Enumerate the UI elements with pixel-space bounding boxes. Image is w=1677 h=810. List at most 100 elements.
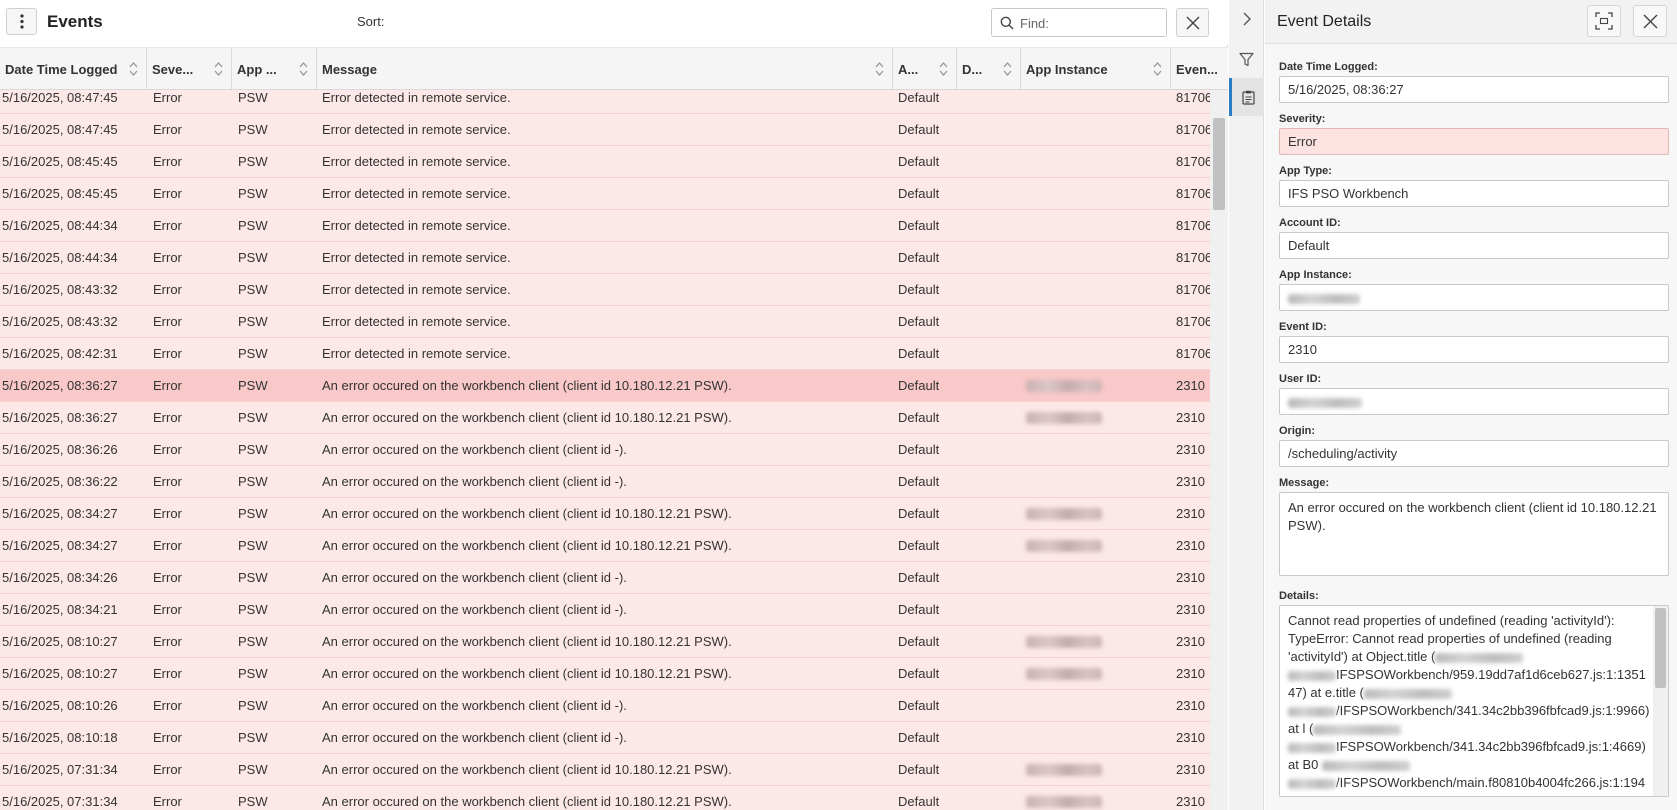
account-id-field[interactable]: Default (1279, 232, 1669, 259)
events-toolbar: Events Sort: (0, 0, 1228, 45)
user-id-field[interactable] (1279, 388, 1669, 415)
details-scroll-thumb[interactable] (1655, 608, 1666, 688)
column-header-app[interactable]: App ... (232, 48, 317, 90)
cell-app: PSW (238, 698, 268, 713)
column-header-severity[interactable]: Seve... (147, 48, 232, 90)
table-row[interactable]: 5/16/2025, 08:34:21 Error PSW An error occu… (0, 594, 1210, 626)
cell-app-instance-redacted (1026, 668, 1102, 680)
sort-label[interactable]: Sort: (357, 14, 384, 29)
grid-scrollbar[interactable] (1210, 90, 1228, 810)
table-row[interactable]: 5/16/2025, 08:10:27 Error PSW An error occu… (0, 626, 1210, 658)
sort-icon[interactable] (129, 61, 138, 77)
origin-field[interactable]: /scheduling/activity (1279, 440, 1669, 467)
table-row[interactable]: 5/16/2025, 08:36:27 Error PSW An error occu… (0, 370, 1210, 402)
cell-event-id: 81706 (1176, 122, 1210, 137)
table-row[interactable]: 5/16/2025, 08:10:27 Error PSW An error occu… (0, 658, 1210, 690)
column-header-datetime[interactable]: Date Time Logged (0, 48, 147, 90)
column-header-app-instance[interactable]: App Instance (1021, 48, 1171, 90)
sort-icon[interactable] (1153, 61, 1162, 77)
redacted-value (1288, 778, 1336, 789)
details-line-text: /IFSPSOWorkbench/main.f80810b4004fc266.j… (1336, 775, 1646, 790)
cell-event-id: 81706 (1176, 282, 1210, 297)
cell-datetime: 5/16/2025, 08:45:45 (2, 186, 118, 201)
cell-app: PSW (238, 602, 268, 617)
table-row[interactable]: 5/16/2025, 08:10:26 Error PSW An error occu… (0, 690, 1210, 722)
cell-app: PSW (238, 538, 268, 553)
sort-icon[interactable] (939, 61, 948, 77)
cell-severity: Error (153, 282, 182, 297)
table-row[interactable]: 5/16/2025, 08:44:34 Error PSW Error detecte… (0, 210, 1210, 242)
details-scrollbar[interactable] (1653, 606, 1668, 796)
cell-datetime: 5/16/2025, 08:36:27 (2, 378, 118, 393)
table-row[interactable]: 5/16/2025, 08:34:27 Error PSW An error occu… (0, 498, 1210, 530)
redacted-value (1313, 724, 1402, 735)
event-id-field[interactable]: 2310 (1279, 336, 1669, 363)
cell-datetime: 5/16/2025, 08:36:22 (2, 474, 118, 489)
expand-button[interactable] (1587, 5, 1621, 37)
table-row[interactable]: 5/16/2025, 08:36:27 Error PSW An error occu… (0, 402, 1210, 434)
cell-account: Default (898, 538, 940, 553)
cell-message: An error occured on the workbench client… (322, 730, 627, 745)
table-row[interactable]: 5/16/2025, 07:31:34 Error PSW An error occu… (0, 754, 1210, 786)
table-row[interactable]: 5/16/2025, 08:45:45 Error PSW Error detecte… (0, 146, 1210, 178)
cell-app-instance-redacted (1026, 764, 1102, 776)
find-input[interactable] (1020, 13, 1160, 33)
table-row[interactable]: 5/16/2025, 07:31:34 Error PSW An error occu… (0, 786, 1210, 810)
table-row[interactable]: 5/16/2025, 08:45:45 Error PSW Error detecte… (0, 178, 1210, 210)
severity-field[interactable]: Error (1279, 128, 1669, 155)
column-label: Seve... (152, 61, 194, 77)
cell-datetime: 5/16/2025, 08:43:32 (2, 314, 118, 329)
table-row[interactable]: 5/16/2025, 08:10:18 Error PSW An error occu… (0, 722, 1210, 754)
clear-find-button[interactable] (1176, 8, 1209, 37)
cell-message: An error occured on the workbench client… (322, 378, 732, 393)
table-row[interactable]: 5/16/2025, 08:43:32 Error PSW Error detecte… (0, 274, 1210, 306)
app-type-field[interactable]: IFS PSO Workbench (1279, 180, 1669, 207)
cell-event-id: 81706 (1176, 90, 1210, 105)
cell-app: PSW (238, 122, 268, 137)
date-time-logged-field[interactable]: 5/16/2025, 08:36:27 (1279, 76, 1669, 103)
menu-button[interactable] (6, 8, 37, 35)
table-row[interactable]: 5/16/2025, 08:34:27 Error PSW An error occu… (0, 530, 1210, 562)
cell-app: PSW (238, 90, 268, 105)
column-header-message[interactable]: Message (317, 48, 893, 90)
cell-account: Default (898, 666, 940, 681)
cell-datetime: 5/16/2025, 08:34:21 (2, 602, 118, 617)
column-header-d[interactable]: D... (957, 48, 1021, 90)
table-row[interactable]: 5/16/2025, 08:34:26 Error PSW An error occu… (0, 562, 1210, 594)
table-row[interactable]: 5/16/2025, 08:36:22 Error PSW An error occu… (0, 466, 1210, 498)
details-line-text: 47) at e.title ( (1288, 685, 1364, 700)
sort-icon[interactable] (875, 61, 884, 77)
cell-datetime: 5/16/2025, 08:10:18 (2, 730, 118, 745)
table-row[interactable]: 5/16/2025, 08:36:26 Error PSW An error occu… (0, 434, 1210, 466)
cell-severity: Error (153, 570, 182, 585)
table-row[interactable]: 5/16/2025, 08:42:31 Error PSW Error detecte… (0, 338, 1210, 370)
details-field[interactable]: Cannot read properties of undefined (rea… (1279, 605, 1669, 797)
cell-severity: Error (153, 602, 182, 617)
column-header-event-id[interactable]: Even... (1171, 48, 1228, 90)
cell-app-instance-redacted (1026, 412, 1102, 424)
cell-severity: Error (153, 506, 182, 521)
close-details-button[interactable] (1633, 5, 1667, 37)
table-row[interactable]: 5/16/2025, 08:43:32 Error PSW Error detecte… (0, 306, 1210, 338)
cell-message: An error occured on the workbench client… (322, 506, 732, 521)
table-row[interactable]: 5/16/2025, 08:44:34 Error PSW Error detecte… (0, 242, 1210, 274)
app-instance-field[interactable] (1279, 284, 1669, 311)
event-details-panel: Event Details Date Time Logged: 5/16/202… (1265, 0, 1677, 810)
collapse-panel-button[interactable] (1229, 0, 1264, 38)
cell-message: Error detected in remote service. (322, 122, 511, 137)
cell-event-id: 2310 (1176, 666, 1205, 681)
sort-icon[interactable] (214, 61, 223, 77)
cell-datetime: 5/16/2025, 08:36:26 (2, 442, 118, 457)
table-row[interactable]: 5/16/2025, 08:47:45 Error PSW Error detecte… (0, 114, 1210, 146)
message-field[interactable]: An error occured on the workbench client… (1279, 492, 1669, 576)
find-field[interactable] (991, 8, 1167, 37)
sort-icon[interactable] (1003, 61, 1012, 77)
column-header-account[interactable]: A... (893, 48, 957, 90)
cell-datetime: 5/16/2025, 08:34:27 (2, 506, 118, 521)
sort-icon[interactable] (299, 61, 308, 77)
event-details-tab[interactable] (1229, 78, 1264, 116)
cell-app: PSW (238, 474, 268, 489)
filter-button[interactable] (1229, 40, 1264, 78)
grid-scroll-thumb[interactable] (1213, 118, 1225, 210)
table-row[interactable]: 5/16/2025, 08:47:45 Error PSW Error detecte… (0, 90, 1210, 114)
